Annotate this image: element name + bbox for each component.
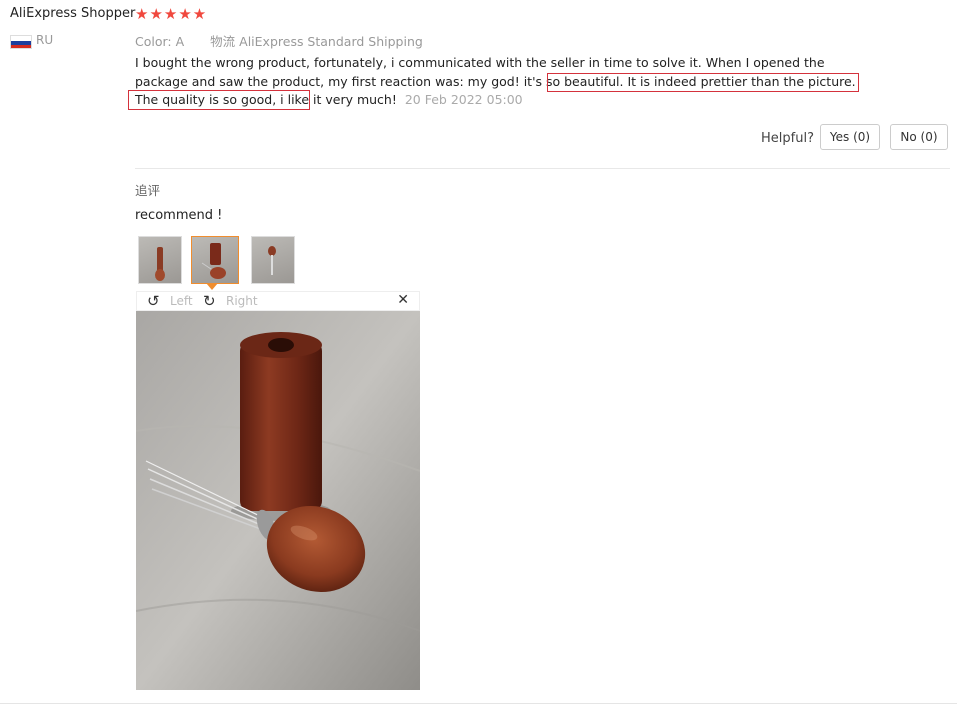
close-icon[interactable]: ✕ bbox=[397, 292, 409, 308]
rotate-left-icon[interactable]: ↺ bbox=[147, 293, 160, 309]
helpful-no-button[interactable]: No (0) bbox=[890, 124, 948, 150]
reviewer-country: RU bbox=[36, 33, 54, 47]
order-attributes: Color: A 物流 AliExpress Standard Shipping bbox=[135, 31, 423, 50]
review-date: 20 Feb 2022 05:00 bbox=[404, 92, 523, 107]
followup-text: recommend ! bbox=[135, 208, 223, 223]
highlight-box bbox=[547, 73, 859, 92]
followup-label: 追评 bbox=[135, 183, 161, 198]
divider bbox=[135, 168, 950, 169]
helpful-yes-button[interactable]: Yes (0) bbox=[820, 124, 880, 150]
russia-flag-icon bbox=[10, 35, 32, 49]
shipping-label: 物流 bbox=[210, 34, 236, 49]
photo-thumbnail-selected[interactable] bbox=[191, 236, 239, 284]
rotate-left-button[interactable]: Left bbox=[170, 294, 193, 308]
color-label: Color: bbox=[135, 34, 172, 49]
review-photo bbox=[136, 311, 420, 690]
star-rating-icon: ★★★★★ bbox=[135, 5, 208, 23]
selected-caret-icon bbox=[206, 283, 218, 290]
shipping-value: AliExpress Standard Shipping bbox=[239, 34, 423, 49]
reviewer-name: AliExpress Shopper bbox=[10, 6, 136, 21]
rotate-right-icon[interactable]: ↻ bbox=[203, 293, 216, 309]
color-value: A bbox=[175, 34, 185, 49]
photo-thumbnail[interactable] bbox=[251, 236, 295, 284]
image-viewer-toolbar: ↺ Left ↻ Right ✕ bbox=[136, 291, 420, 311]
highlight-box bbox=[128, 90, 310, 110]
rotate-right-button[interactable]: Right bbox=[226, 294, 258, 308]
photo-thumbnail[interactable] bbox=[138, 236, 182, 284]
helpful-label: Helpful? bbox=[761, 131, 814, 146]
divider bbox=[0, 703, 957, 704]
